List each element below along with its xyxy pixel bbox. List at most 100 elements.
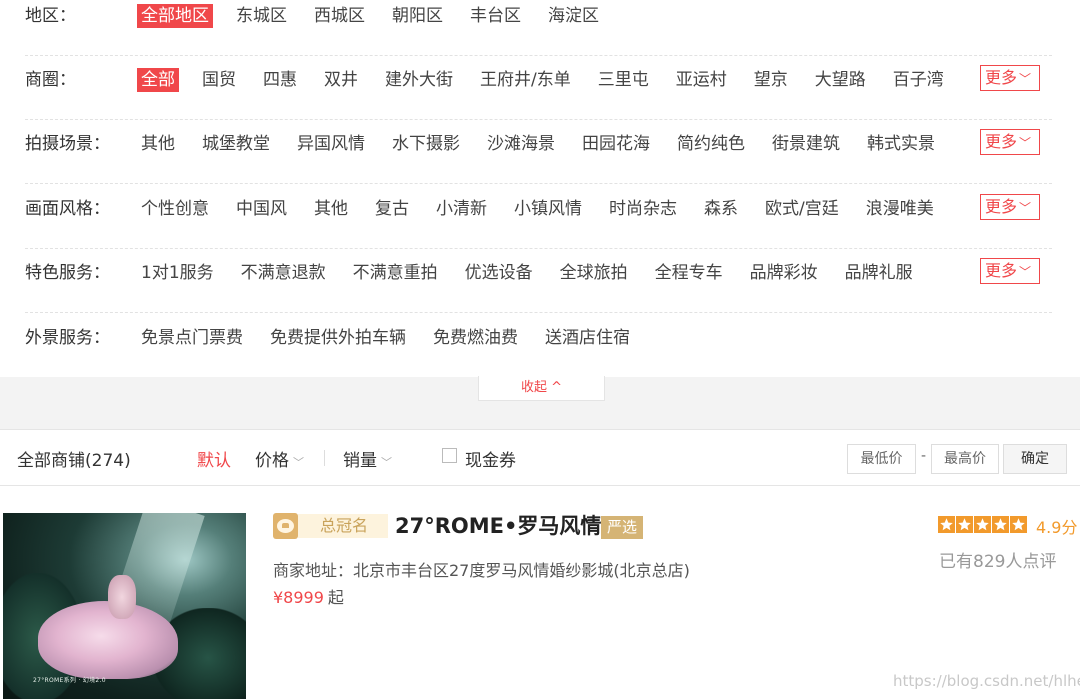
filter-option[interactable]: 四惠 (259, 68, 301, 92)
filter-option[interactable]: 其他 (310, 197, 352, 221)
filter-option[interactable]: 简约纯色 (673, 132, 749, 156)
all-shops-count: 全部商铺(274) (17, 451, 131, 471)
min-price-input[interactable]: 最低价 (847, 444, 916, 474)
filter-options: 其他 城堡教堂 异国风情 水下摄影 沙滩海景 田园花海 简约纯色 街景建筑 韩式实景 (137, 132, 958, 156)
filter-option[interactable]: 品牌礼服 (841, 261, 917, 285)
shop-image[interactable]: 27°ROME系列 · 幻境2.0 (3, 513, 246, 699)
filter-option[interactable]: 异国风情 (293, 132, 369, 156)
crown-medal-icon (273, 513, 298, 539)
filter-option[interactable]: 不满意退款 (237, 261, 330, 285)
filter-option[interactable]: 东城区 (232, 4, 291, 28)
coupon-label: 现金券 (465, 451, 516, 471)
chevron-down-icon: ﹀ (1019, 201, 1032, 215)
chevron-down-icon: ﹀ (381, 456, 392, 469)
chevron-down-icon: ﹀ (293, 456, 304, 469)
filter-option[interactable]: 朝阳区 (388, 4, 447, 28)
filter-option[interactable]: 小镇风情 (510, 197, 586, 221)
more-button[interactable]: 更多 ﹀ (980, 129, 1040, 155)
sort-sales[interactable]: 销量 ﹀ (343, 446, 392, 471)
coupon-checkbox[interactable] (442, 448, 457, 463)
filter-row-outdoor: 外景服务： 免景点门票费 免费提供外拍车辆 免费燃油费 送酒店住宿 (25, 314, 1052, 378)
filter-option[interactable]: 西城区 (310, 4, 369, 28)
star-icon (956, 516, 973, 533)
filter-option[interactable]: 国贸 (198, 68, 240, 92)
filter-options: 全部地区 东城区 西城区 朝阳区 丰台区 海淀区 (137, 4, 622, 28)
filter-row-region: 地区： 全部地区 东城区 西城区 朝阳区 丰台区 海淀区 (25, 0, 1052, 56)
filter-option[interactable]: 欧式/宫廷 (761, 197, 843, 221)
filter-option[interactable]: 1对1服务 (137, 261, 218, 285)
filter-option[interactable]: 其他 (137, 132, 179, 156)
shop-name[interactable]: 27°ROME•罗马风情 (395, 511, 601, 541)
filter-option[interactable]: 中国风 (232, 197, 291, 221)
filter-option[interactable]: 送酒店住宿 (541, 326, 634, 350)
filter-option[interactable]: 小清新 (432, 197, 491, 221)
filter-option[interactable]: 全程专车 (651, 261, 727, 285)
confirm-button[interactable]: 确定 (1003, 444, 1067, 474)
collapse-button[interactable]: 收起 ^ (478, 376, 605, 401)
filter-option[interactable]: 沙滩海景 (483, 132, 559, 156)
shop-price: ¥8999 起 (273, 588, 344, 607)
filter-option[interactable]: 时尚杂志 (605, 197, 681, 221)
chevron-down-icon: ﹀ (1019, 136, 1032, 150)
rank-badge: 总冠名 (298, 514, 388, 538)
filter-label: 地区： (25, 6, 76, 26)
filter-option[interactable]: 韩式实景 (863, 132, 939, 156)
shop-card: 27°ROME系列 · 幻境2.0 总冠名 27°ROME•罗马风情 严选 商家… (0, 486, 1080, 699)
filter-option[interactable]: 免费提供外拍车辆 (266, 326, 410, 350)
image-caption: 27°ROME系列 · 幻境2.0 (33, 677, 106, 684)
chevron-down-icon: ﹀ (1019, 72, 1032, 86)
filter-option[interactable]: 水下摄影 (388, 132, 464, 156)
filter-option[interactable]: 不满意重拍 (349, 261, 442, 285)
filter-option[interactable]: 品牌彩妆 (746, 261, 822, 285)
selected-badge: 严选 (601, 516, 643, 539)
filter-option[interactable]: 全球旅拍 (556, 261, 632, 285)
star-icon (938, 516, 955, 533)
filter-option[interactable]: 百子湾 (889, 68, 948, 92)
rating-stars (938, 516, 1028, 534)
filter-option[interactable]: 大望路 (811, 68, 870, 92)
filter-label: 特色服务： (25, 263, 110, 283)
filter-option[interactable]: 免景点门票费 (137, 326, 247, 350)
filter-row-style: 画面风格： 个性创意 中国风 其他 复古 小清新 小镇风情 时尚杂志 森系 欧式/宫廷 浪漫唯美 … (25, 185, 1052, 249)
filter-option[interactable]: 建外大街 (381, 68, 457, 92)
filter-option[interactable]: 双井 (320, 68, 362, 92)
filter-options: 全部 国贸 四惠 双井 建外大街 王府井/东单 三里屯 亚运村 望京 大望路 百子湾 (137, 68, 967, 92)
filter-option[interactable]: 森系 (700, 197, 742, 221)
filter-option[interactable]: 王府井/东单 (476, 68, 575, 92)
filter-options: 1对1服务 不满意退款 不满意重拍 优选设备 全球旅拍 全程专车 品牌彩妆 品牌礼服 (137, 261, 936, 285)
sort-price[interactable]: 价格 ﹀ (255, 446, 304, 471)
divider (324, 450, 325, 466)
filter-option[interactable]: 复古 (371, 197, 413, 221)
filter-row-business-area: 商圈： 全部 国贸 四惠 双井 建外大街 王府井/东单 三里屯 亚运村 望京 大望路 百子湾 更多 ﹀ (25, 56, 1052, 120)
shop-address: 商家地址：北京市丰台区27度罗马风情婚纱影城(北京总店) (273, 561, 690, 580)
filter-option[interactable]: 免费燃油费 (429, 326, 522, 350)
filter-label: 拍摄场景： (25, 134, 110, 154)
filter-option[interactable]: 街景建筑 (768, 132, 844, 156)
filter-option[interactable]: 浪漫唯美 (862, 197, 938, 221)
more-button[interactable]: 更多 ﹀ (980, 65, 1040, 91)
star-icon (992, 516, 1009, 533)
rating-score: 4.9分 (1036, 518, 1078, 537)
more-button[interactable]: 更多 ﹀ (980, 258, 1040, 284)
watermark: https://blog.csdn.net/hlhell (893, 672, 1080, 690)
filter-option[interactable]: 望京 (750, 68, 792, 92)
filter-option[interactable]: 丰台区 (466, 4, 525, 28)
filter-option[interactable]: 海淀区 (544, 4, 603, 28)
chevron-down-icon: ﹀ (1019, 265, 1032, 279)
filter-option[interactable]: 优选设备 (461, 261, 537, 285)
sort-default[interactable]: 默认 (197, 446, 231, 471)
filter-panel: 地区： 全部地区 东城区 西城区 朝阳区 丰台区 海淀区 商圈： 全部 国贸 四惠 双井 建外大街… (0, 0, 1080, 377)
filter-option[interactable]: 亚运村 (672, 68, 731, 92)
filter-option[interactable]: 三里屯 (594, 68, 653, 92)
filter-label: 画面风格： (25, 199, 110, 219)
filter-option[interactable]: 田园花海 (578, 132, 654, 156)
more-button[interactable]: 更多 ﹀ (980, 194, 1040, 220)
filter-option[interactable]: 城堡教堂 (198, 132, 274, 156)
sort-bar: 全部商铺(274) 默认 价格 ﹀ 销量 ﹀ 现金券 最低价 - 最高价 确定 (0, 429, 1080, 486)
filter-option[interactable]: 个性创意 (137, 197, 213, 221)
filter-option[interactable]: 全部地区 (137, 4, 213, 28)
filter-option[interactable]: 全部 (137, 68, 179, 92)
filter-options: 免景点门票费 免费提供外拍车辆 免费燃油费 送酒店住宿 (137, 326, 653, 350)
star-icon (1010, 516, 1027, 533)
max-price-input[interactable]: 最高价 (931, 444, 999, 474)
